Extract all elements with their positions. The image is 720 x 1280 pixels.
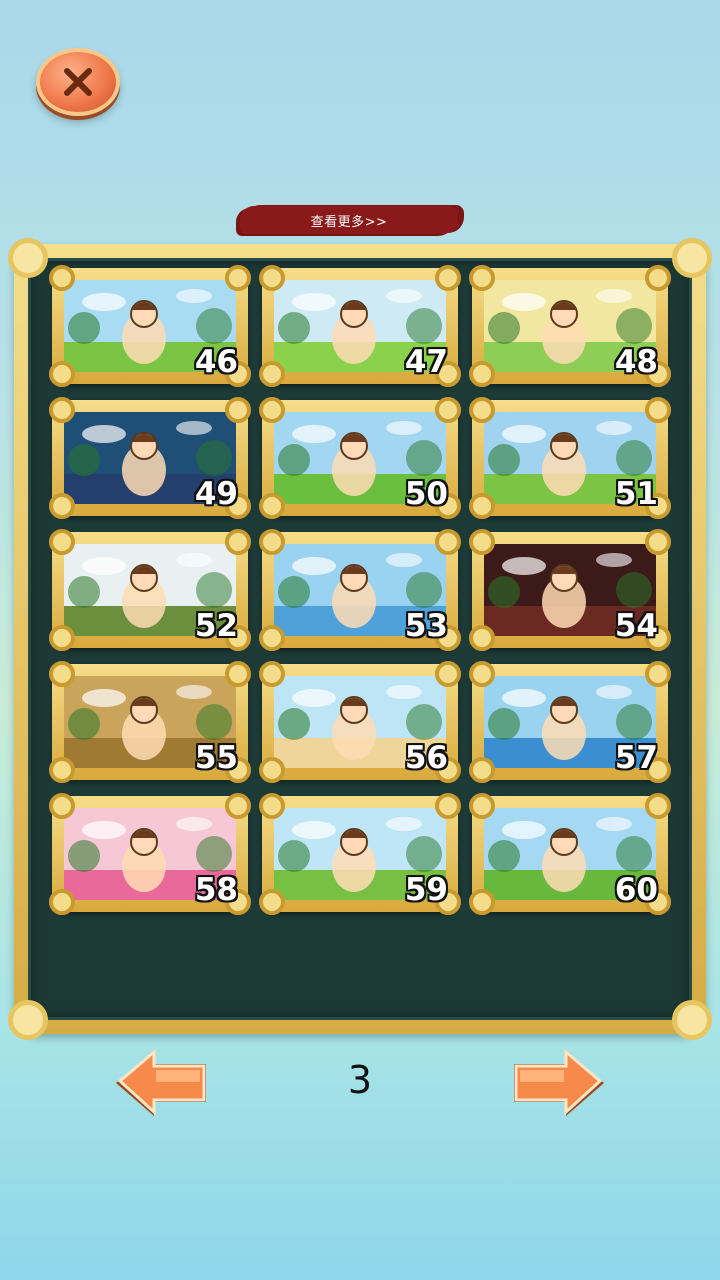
page-number: 3 [347,1058,373,1102]
tile-corner-ornament [49,625,75,651]
tile-corner-ornament [645,661,671,687]
level-number: 55 [194,740,238,776]
tile-corner-ornament [469,793,495,819]
tile-corner-ornament [49,757,75,783]
level-tile[interactable]: 58 [49,793,251,915]
level-tile[interactable]: 47 [259,265,461,387]
level-tile[interactable]: 60 [469,793,671,915]
level-number: 52 [194,608,238,644]
tile-corner-ornament [259,361,285,387]
tile-corner-ornament [225,529,251,555]
tile-corner-ornament [435,265,461,291]
tile-corner-ornament [259,265,285,291]
level-number: 48 [614,344,658,380]
level-number: 53 [404,608,448,644]
tile-corner-ornament [259,793,285,819]
level-tile[interactable]: 57 [469,661,671,783]
tile-corner-ornament [259,529,285,555]
tile-corner-ornament [49,793,75,819]
level-tile[interactable]: 49 [49,397,251,519]
previous-page-button[interactable] [112,1046,212,1120]
tile-corner-ornament [435,793,461,819]
level-number: 50 [404,476,448,512]
view-more-label: 查看更多>> [310,214,388,230]
tile-corner-ornament [225,661,251,687]
level-number: 59 [404,872,448,908]
tile-corner-ornament [49,661,75,687]
level-number: 60 [614,872,658,908]
tile-corner-ornament [259,397,285,423]
level-tile[interactable]: 52 [49,529,251,651]
tile-corner-ornament [259,757,285,783]
level-tile[interactable]: 46 [49,265,251,387]
tile-corner-ornament [49,493,75,519]
level-number: 51 [614,476,658,512]
tile-corner-ornament [645,265,671,291]
level-tile[interactable]: 50 [259,397,461,519]
tile-corner-ornament [49,529,75,555]
board-corner-ornament [672,1000,712,1040]
level-tile[interactable]: 51 [469,397,671,519]
board-corner-ornament [672,238,712,278]
tile-corner-ornament [469,529,495,555]
tile-corner-ornament [469,361,495,387]
tile-corner-ornament [49,397,75,423]
tile-corner-ornament [49,889,75,915]
level-number: 46 [194,344,238,380]
level-number: 47 [404,344,448,380]
level-number: 56 [404,740,448,776]
level-number: 57 [614,740,658,776]
tile-corner-ornament [259,625,285,651]
tile-corner-ornament [49,361,75,387]
tile-corner-ornament [435,661,461,687]
level-tile[interactable]: 48 [469,265,671,387]
board-corner-ornament [8,1000,48,1040]
tile-corner-ornament [259,661,285,687]
left-arrow-icon [116,1048,206,1116]
tile-corner-ornament [49,265,75,291]
tile-corner-ornament [435,397,461,423]
level-tile[interactable]: 59 [259,793,461,915]
tile-corner-ornament [645,793,671,819]
level-number: 54 [614,608,658,644]
tile-corner-ornament [645,397,671,423]
level-number: 58 [194,872,238,908]
view-more-link[interactable]: 查看更多>> [240,206,458,234]
level-number: 49 [194,476,238,512]
board-corner-ornament [8,238,48,278]
tile-corner-ornament [469,625,495,651]
tile-corner-ornament [259,493,285,519]
tile-corner-ornament [469,493,495,519]
tile-corner-ornament [469,661,495,687]
tile-corner-ornament [469,265,495,291]
tile-corner-ornament [469,889,495,915]
level-tile[interactable]: 53 [259,529,461,651]
close-icon [64,68,92,96]
next-page-button[interactable] [508,1046,608,1120]
tile-corner-ornament [225,793,251,819]
tile-corner-ornament [645,529,671,555]
level-tile[interactable]: 55 [49,661,251,783]
level-tile[interactable]: 54 [469,529,671,651]
tile-corner-ornament [435,529,461,555]
level-tile[interactable]: 56 [259,661,461,783]
tile-corner-ornament [259,889,285,915]
right-arrow-icon [514,1048,604,1116]
tile-corner-ornament [469,397,495,423]
tile-corner-ornament [469,757,495,783]
tile-corner-ornament [225,397,251,423]
tile-corner-ornament [225,265,251,291]
close-button[interactable] [36,48,120,116]
